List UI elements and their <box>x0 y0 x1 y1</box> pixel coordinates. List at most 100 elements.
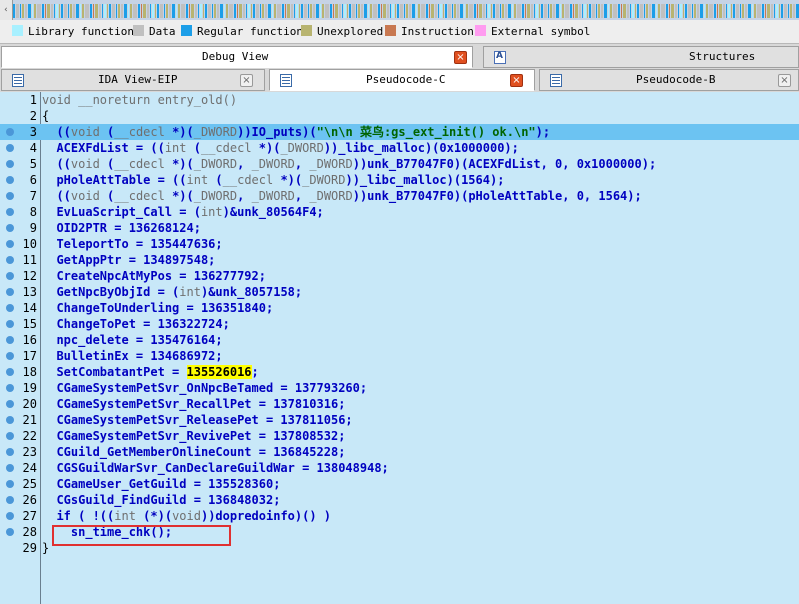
code-line[interactable]: 2{ <box>0 108 799 124</box>
code-line[interactable]: 5 ((void (__cdecl *)(_DWORD, _DWORD, _DW… <box>0 156 799 172</box>
code-text[interactable]: TeleportTo = 135447636; <box>42 236 222 252</box>
breakpoint-dot-icon[interactable] <box>6 144 14 152</box>
code-line[interactable]: 6 pHoleAttTable = ((int (__cdecl *)(_DWO… <box>0 172 799 188</box>
breakpoint-dot-icon[interactable] <box>6 368 14 376</box>
navigation-band-strip[interactable] <box>13 4 799 18</box>
breakpoint-dot-icon[interactable] <box>6 288 14 296</box>
breakpoint-dot-icon[interactable] <box>6 224 14 232</box>
code-text[interactable]: if ( !((int (*)(void))dopredoinfo)() ) <box>42 508 331 524</box>
code-text[interactable]: OID2PTR = 136268124; <box>42 220 201 236</box>
code-line[interactable]: 7 ((void (__cdecl *)(_DWORD, _DWORD, _DW… <box>0 188 799 204</box>
breakpoint-dot-icon[interactable] <box>6 480 14 488</box>
code-text[interactable]: EvLuaScript_Call = (int)&unk_80564F4; <box>42 204 323 220</box>
code-line[interactable]: 18 SetCombatantPet = 135526016; <box>0 364 799 380</box>
breakpoint-dot-icon[interactable] <box>6 320 14 328</box>
tab-pseudocode-c[interactable]: Pseudocode-C × <box>269 69 535 91</box>
breakpoint-dot-icon[interactable] <box>6 432 14 440</box>
close-icon[interactable]: × <box>510 74 523 87</box>
navigation-band[interactable]: ‹ <box>0 0 799 20</box>
breakpoint-dot-icon[interactable] <box>6 160 14 168</box>
navigation-band-segment <box>189 4 190 18</box>
breakpoint-dot-icon[interactable] <box>6 256 14 264</box>
breakpoint-dot-icon[interactable] <box>6 384 14 392</box>
breakpoint-dot-icon[interactable] <box>6 272 14 280</box>
code-line[interactable]: 26 CGsGuild_FindGuild = 136848032; <box>0 492 799 508</box>
pseudocode-view[interactable]: 1 void __noreturn entry_old() 2{3 ((void (… <box>0 92 799 604</box>
breakpoint-dot-icon[interactable] <box>6 192 14 200</box>
code-line[interactable]: 24 CGSGuildWarSvr_CanDeclareGuildWar = 1… <box>0 460 799 476</box>
code-text[interactable]: CGameSystemPetSvr_ReleasePet = 137811056… <box>42 412 352 428</box>
code-text[interactable]: { <box>42 108 49 124</box>
code-text[interactable]: SetCombatantPet = 135526016; <box>42 364 259 380</box>
code-text[interactable]: BulletinEx = 134686972; <box>42 348 222 364</box>
code-text[interactable]: CGameSystemPetSvr_RecallPet = 137810316; <box>42 396 345 412</box>
tab-structures[interactable]: Structures <box>483 46 799 68</box>
breakpoint-dot-icon[interactable] <box>6 496 14 504</box>
breakpoint-dot-icon[interactable] <box>6 528 14 536</box>
code-line[interactable]: 23 CGuild_GetMemberOnlineCount = 1368452… <box>0 444 799 460</box>
close-icon[interactable]: × <box>240 74 253 87</box>
code-line[interactable]: 25 CGameUser_GetGuild = 135528360; <box>0 476 799 492</box>
breakpoint-dot-icon[interactable] <box>6 464 14 472</box>
code-line[interactable]: 19 CGameSystemPetSvr_OnNpcBeTamed = 1377… <box>0 380 799 396</box>
code-line[interactable]: 16 npc_delete = 135476164; <box>0 332 799 348</box>
breakpoint-dot-icon[interactable] <box>6 208 14 216</box>
code-text[interactable]: pHoleAttTable = ((int (__cdecl *)(_DWORD… <box>42 172 504 188</box>
breakpoint-dot-icon[interactable] <box>6 352 14 360</box>
code-text[interactable]: CGSGuildWarSvr_CanDeclareGuildWar = 1380… <box>42 460 388 476</box>
code-line[interactable]: 15 ChangeToPet = 136322724; <box>0 316 799 332</box>
breakpoint-dot-icon[interactable] <box>6 448 14 456</box>
code-line[interactable]: 11 GetAppPtr = 134897548; <box>0 252 799 268</box>
code-line[interactable]: 10 TeleportTo = 135447636; <box>0 236 799 252</box>
code-line[interactable]: 1 void __noreturn entry_old() <box>0 92 799 108</box>
code-line[interactable]: 13 GetNpcByObjId = (int)&unk_8057158; <box>0 284 799 300</box>
code-line[interactable]: 20 CGameSystemPetSvr_RecallPet = 1378103… <box>0 396 799 412</box>
breakpoint-dot-icon[interactable] <box>6 304 14 312</box>
code-text[interactable]: ((void (__cdecl *)(_DWORD))IO_puts)("\n\… <box>42 124 550 140</box>
code-line[interactable]: 21 CGameSystemPetSvr_ReleasePet = 137811… <box>0 412 799 428</box>
code-text[interactable]: ((void (__cdecl *)(_DWORD, _DWORD, _DWOR… <box>42 188 641 204</box>
breakpoint-dot-icon[interactable] <box>6 128 14 136</box>
navigation-band-segment <box>790 4 792 18</box>
close-icon[interactable]: × <box>778 74 791 87</box>
navigation-band-segment <box>754 4 756 18</box>
line-number: 18 <box>22 365 37 379</box>
code-line[interactable]: 27 if ( !((int (*)(void))dopredoinfo)() … <box>0 508 799 524</box>
navigation-band-segment <box>361 4 363 18</box>
tab-ida-view-eip[interactable]: IDA View-EIP × <box>1 69 265 91</box>
code-text[interactable]: ChangeToPet = 136322724; <box>42 316 229 332</box>
breakpoint-dot-icon[interactable] <box>6 400 14 408</box>
tab-debug-view[interactable]: Debug View × <box>1 46 473 68</box>
code-text[interactable]: CGsGuild_FindGuild = 136848032; <box>42 492 280 508</box>
code-text[interactable]: ((void (__cdecl *)(_DWORD, _DWORD, _DWOR… <box>42 156 656 172</box>
tab-pseudocode-b[interactable]: Pseudocode-B × <box>539 69 799 91</box>
code-line[interactable]: 4 ACEXFdList = ((int (__cdecl *)(_DWORD)… <box>0 140 799 156</box>
breakpoint-dot-icon[interactable] <box>6 176 14 184</box>
code-text[interactable]: void __noreturn entry_old() <box>42 92 237 108</box>
code-text[interactable]: } <box>42 540 49 556</box>
code-line[interactable]: 22 CGameSystemPetSvr_RevivePet = 1378085… <box>0 428 799 444</box>
code-text[interactable]: CGameUser_GetGuild = 135528360; <box>42 476 280 492</box>
scroll-left-icon[interactable]: ‹ <box>0 0 13 20</box>
code-text[interactable]: ChangeToUnderling = 136351840; <box>42 300 273 316</box>
code-text[interactable]: npc_delete = 135476164; <box>42 332 222 348</box>
code-line[interactable]: 3 ((void (__cdecl *)(_DWORD))IO_puts)("\… <box>0 124 799 140</box>
breakpoint-dot-icon[interactable] <box>6 240 14 248</box>
code-text[interactable]: GetAppPtr = 134897548; <box>42 252 215 268</box>
code-text[interactable]: GetNpcByObjId = (int)&unk_8057158; <box>42 284 302 300</box>
breakpoint-dot-icon[interactable] <box>6 336 14 344</box>
code-line[interactable]: 9 OID2PTR = 136268124; <box>0 220 799 236</box>
code-text[interactable]: CGameSystemPetSvr_OnNpcBeTamed = 1377932… <box>42 380 367 396</box>
breakpoint-dot-icon[interactable] <box>6 416 14 424</box>
navigation-band-segment <box>160 4 163 18</box>
code-text[interactable]: CGameSystemPetSvr_RevivePet = 137808532; <box>42 428 345 444</box>
code-line[interactable]: 8 EvLuaScript_Call = (int)&unk_80564F4; <box>0 204 799 220</box>
code-text[interactable]: CGuild_GetMemberOnlineCount = 136845228; <box>42 444 345 460</box>
code-line[interactable]: 14 ChangeToUnderling = 136351840; <box>0 300 799 316</box>
breakpoint-dot-icon[interactable] <box>6 512 14 520</box>
code-line[interactable]: 12 CreateNpcAtMyPos = 136277792; <box>0 268 799 284</box>
code-text[interactable]: CreateNpcAtMyPos = 136277792; <box>42 268 266 284</box>
code-line[interactable]: 17 BulletinEx = 134686972; <box>0 348 799 364</box>
code-text[interactable]: ACEXFdList = ((int (__cdecl *)(_DWORD))_… <box>42 140 518 156</box>
close-icon[interactable]: × <box>454 51 467 64</box>
